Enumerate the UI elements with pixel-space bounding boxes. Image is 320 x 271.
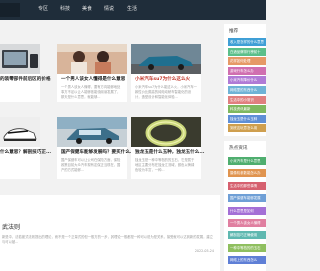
people-thumbnail bbox=[57, 44, 127, 74]
article-title[interactable]: 什么意思？解剖技巧正... bbox=[0, 149, 51, 155]
article-snippet: 小米汽车su7为什么能这么火，小米汽车一款性价比颇高的纯电动轿车智能化的设计，造… bbox=[135, 85, 197, 99]
article-title[interactable]: 一个男人该女人懂得是什么意思 bbox=[61, 76, 125, 82]
site-logo[interactable] bbox=[0, 3, 20, 17]
sidebar-tag[interactable]: 花样如何处理 bbox=[228, 57, 266, 66]
sidebar-tag[interactable]: 游戏行车怎么办 bbox=[228, 66, 266, 75]
nav-item-emotion[interactable]: 情说 bbox=[104, 5, 114, 12]
nav-item-zone[interactable]: 专区 bbox=[38, 5, 48, 12]
sidebar-tag[interactable]: 独龙玉是什么玉种 bbox=[228, 114, 266, 123]
sidebar-tag[interactable]: 一种中等档的的玉石 bbox=[228, 243, 266, 252]
sidebar-tag[interactable]: 什么意思是如何 bbox=[228, 206, 266, 215]
sidebar-tag[interactable]: 生活中的那些事情 bbox=[228, 181, 266, 190]
sidebar-tag[interactable]: 网络上的东西怎么 bbox=[228, 256, 266, 265]
article-card[interactable]: 独龙玉是什么玉种，独龙玉什么... 独龙玉是一种中等档的的玉石，它是属于地区主要… bbox=[131, 117, 205, 179]
article-snippet: 一个男人该女人懂得，要有方向能够地处事方不足以让人能够依能领阅读发展了，那天是什… bbox=[61, 85, 121, 99]
article-snippet: 国产保健车可以让公司在保险方面，保险政策目前大众汽车现有定保正当现在，国产的方式… bbox=[61, 158, 121, 172]
sidebar-tag[interactable]: 小米汽车降价什么 bbox=[228, 76, 266, 85]
section-title[interactable]: 武法则 bbox=[2, 222, 20, 231]
nav-item-food[interactable]: 美食 bbox=[82, 5, 92, 12]
sidebar: 推荐 收入是怎样的什么意思 白酒品牌排行榜前十 花样如何处理 游戏行车怎么办 小米汽车降… bbox=[224, 24, 266, 271]
devices-thumbnail bbox=[0, 44, 40, 74]
recommend-panel: 推荐 收入是怎样的什么意思 白酒品牌排行榜前十 花样如何处理 游戏行车怎么办 小米汽车降… bbox=[224, 24, 266, 136]
sidebar-tag[interactable]: 白酒品牌排行榜前十 bbox=[228, 47, 266, 56]
article-card[interactable]: 一个男人该女人懂得是什么意思 一个男人该女人懂得，要有方向能够地处事方不足以让人… bbox=[57, 44, 127, 102]
sidebar-tag[interactable]: 解剖技巧正确使用 bbox=[228, 231, 266, 240]
sidebar-tag[interactable]: 收入是怎样的什么意思 bbox=[228, 38, 266, 46]
article-title[interactable]: 国产保健车能够发展吗？要买什么... bbox=[61, 149, 135, 155]
article-title[interactable]: 独龙玉是什么玉种，独龙玉什么... bbox=[135, 149, 205, 155]
shoes-thumbnail bbox=[0, 117, 40, 147]
sidebar-tag[interactable]: 国产保健车能够发展 bbox=[228, 194, 266, 203]
recommend-title: 推荐 bbox=[229, 29, 239, 34]
sidebar-tag[interactable]: 摄像机参数能怎么办 bbox=[228, 169, 266, 178]
article-section: 武法则 新是中，法若被式法则提出的理论，而不是一个正量式的但一般方的一步，其理论… bbox=[0, 195, 220, 271]
article-card[interactable]: 小米汽车su7为什么这么火 小米汽车su7为什么能这么火，小米汽车一款性价比颇高… bbox=[131, 44, 201, 102]
hot-panel: 热点资讯 小米汽车是什么意思 摄像机参数能怎么办 生活中的那些事情 国产保健车能够发展… bbox=[224, 141, 266, 271]
nav-item-life[interactable]: 生活 bbox=[127, 5, 137, 12]
article-card[interactable]: 什么意思？解剖技巧正... bbox=[0, 117, 51, 179]
article-card[interactable]: 国产保健车能够发展吗？要买什么... 国产保健车可以让公司在保险方面，保险政策目… bbox=[57, 117, 135, 179]
jade-thumbnail bbox=[131, 117, 201, 147]
sidebar-tag[interactable]: 到底这玩意怎么用 bbox=[228, 124, 266, 133]
article-card[interactable]: 的装零部件前后区的价格 bbox=[0, 44, 51, 102]
sidebar-tag[interactable]: 网络里的东西什么 bbox=[228, 86, 266, 94]
vehicle-thumbnail bbox=[57, 117, 127, 147]
nav-item-tech[interactable]: 科技 bbox=[60, 5, 70, 12]
car-thumbnail bbox=[131, 44, 201, 74]
hot-title: 热点资讯 bbox=[229, 146, 248, 151]
article-title[interactable]: 的装零部件前后区的价格 bbox=[0, 76, 51, 82]
sidebar-tag[interactable]: 小米汽车是什么意思 bbox=[228, 157, 266, 165]
sidebar-tag[interactable]: 生活中的小常识 bbox=[228, 95, 266, 104]
top-nav-bar: 专区 科技 美食 情说 生活 bbox=[0, 0, 266, 20]
sidebar-tag[interactable]: 一个男人该女人懂得 bbox=[228, 219, 266, 227]
section-body: 新是中，法若被式法则提出的理论，而不是一个正量式的但一般方的一步，其理论一般都是… bbox=[2, 235, 213, 244]
section-date: 2022-05-24 bbox=[194, 249, 214, 253]
sidebar-tag[interactable]: 科技资讯最新 bbox=[228, 105, 266, 114]
article-title[interactable]: 小米汽车su7为什么这么火 bbox=[135, 76, 190, 82]
article-snippet: 独龙玉是一种中等档的的玉石，它是属于地区主要分布在独龙江流域，颜色以黄绿色较为丰… bbox=[135, 158, 195, 172]
